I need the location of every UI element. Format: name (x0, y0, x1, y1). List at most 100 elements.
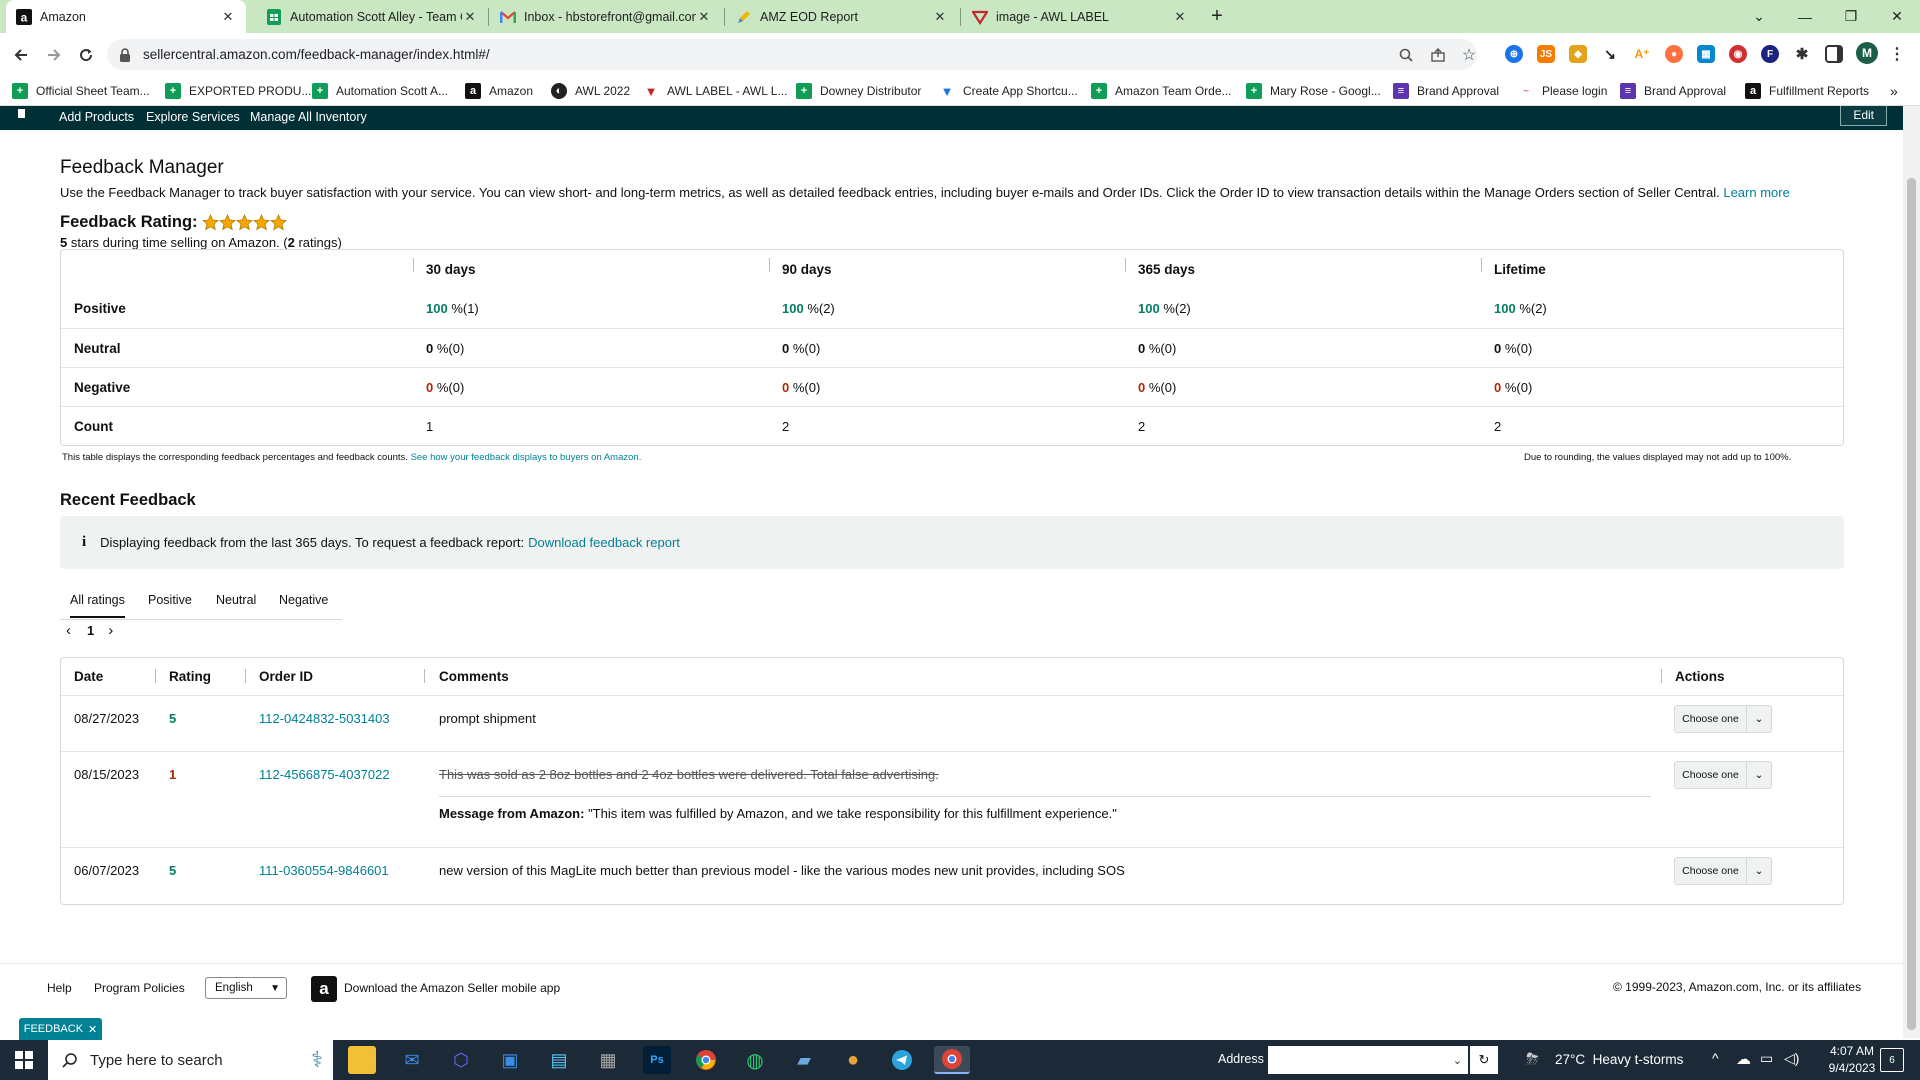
close-icon[interactable]: ✕ (932, 9, 948, 25)
bookmark-item[interactable]: ≡ Brand Approval (1393, 81, 1499, 101)
close-icon[interactable]: ✕ (220, 9, 236, 25)
extension-icon-5[interactable]: A⁺ (1633, 45, 1651, 63)
learn-more-link[interactable]: Learn more (1723, 185, 1789, 200)
mail-icon[interactable]: ✉ (398, 1046, 426, 1074)
notes-icon[interactable]: ▰ (790, 1046, 818, 1074)
reload-button[interactable] (72, 41, 100, 69)
file-explorer-icon[interactable] (348, 1046, 376, 1074)
bookmark-item[interactable]: + Amazon Team Orde... (1091, 81, 1232, 101)
notification-icon[interactable]: 6 (1880, 1048, 1904, 1072)
extension-icon-6[interactable]: ● (1665, 45, 1683, 63)
avatar[interactable]: M (1856, 42, 1878, 64)
puzzle-icon[interactable]: ✱ (1793, 45, 1811, 63)
extension-icon-9[interactable]: F (1761, 45, 1779, 63)
bookmark-item[interactable]: ▼ AWL LABEL - AWL L... (643, 81, 788, 101)
tab-amazon[interactable]: a Amazon ✕ (6, 0, 246, 33)
tab-amz-eod-report[interactable]: AMZ EOD Report ✕ (726, 0, 958, 33)
close-window-button[interactable]: ✕ (1874, 0, 1920, 33)
bookmark-item[interactable]: ≡ Brand Approval (1620, 81, 1726, 101)
edit-nav-button[interactable]: Edit (1840, 106, 1887, 126)
photoshop-icon[interactable]: Ps (643, 1046, 671, 1074)
bookmark-item[interactable]: a Fulfillment Reports (1745, 81, 1869, 101)
tab-positive[interactable]: Positive (148, 593, 192, 607)
more-bookmarks-icon[interactable]: » (1890, 81, 1898, 101)
volume-icon[interactable]: ◁) (1784, 1050, 1799, 1067)
bookmark-item[interactable]: + EXPORTED PRODU... (165, 81, 311, 101)
game-icon[interactable]: ● (839, 1046, 867, 1074)
tab-automation-sheet[interactable]: Automation Scott Alley - Team O ✕ (256, 0, 488, 33)
nav-explore-services[interactable]: Explore Services (146, 110, 240, 124)
chrome-icon[interactable] (692, 1046, 720, 1074)
order-id-link[interactable]: 112-4566875-4037022 (259, 767, 390, 782)
tab-negative[interactable]: Negative (279, 593, 328, 607)
feedback-display-link[interactable]: See how your feedback displays to buyers… (411, 452, 642, 463)
extension-icon-7[interactable]: ▦ (1697, 45, 1715, 63)
bookmark-item[interactable]: + Downey Distributor (796, 81, 921, 101)
feedback-tab-button[interactable]: FEEDBACK ✕ (19, 1018, 102, 1040)
chevron-right-icon[interactable]: › (108, 622, 113, 639)
bookmark-item[interactable]: ~ Please login (1518, 81, 1607, 101)
extension-icon-1[interactable]: ⊕ (1505, 45, 1523, 63)
order-id-link[interactable]: 112-0424832-5031403 (259, 711, 390, 726)
address-go-button[interactable]: ↻ (1470, 1046, 1498, 1074)
app-icon[interactable]: ⬡ (447, 1046, 475, 1074)
nav-manage-inventory[interactable]: Manage All Inventory (250, 110, 367, 124)
bookmark-item[interactable]: ◐ AWL 2022 (551, 81, 630, 101)
minimize-button[interactable]: — (1782, 0, 1828, 33)
actions-dropdown[interactable]: Choose one ⌄ (1674, 761, 1772, 789)
actions-dropdown[interactable]: Choose one ⌄ (1674, 857, 1772, 885)
browser-menu-icon[interactable]: ⋮ (1888, 45, 1906, 63)
help-link[interactable]: Help (47, 981, 72, 995)
chrome-profile-icon[interactable] (934, 1046, 970, 1074)
bookmark-item[interactable]: + Mary Rose - Googl... (1246, 81, 1381, 101)
bookmark-flag-icon[interactable] (18, 109, 25, 118)
tab-awl-label[interactable]: image - AWL LABEL ✕ (962, 0, 1198, 33)
nav-add-products[interactable]: Add Products (59, 110, 134, 124)
back-button[interactable] (7, 41, 35, 69)
maximize-button[interactable]: ❐ (1828, 0, 1874, 33)
clock[interactable]: 4:07 AM 9/4/2023 (1816, 1043, 1888, 1077)
edge-icon[interactable]: ◍ (741, 1046, 769, 1074)
language-select[interactable]: English ▼ (205, 977, 287, 999)
tab-all-ratings[interactable]: All ratings (70, 593, 125, 618)
actions-dropdown[interactable]: Choose one ⌄ (1674, 705, 1772, 733)
onedrive-icon[interactable]: ☁ (1736, 1050, 1751, 1068)
bookmark-star-icon[interactable]: ☆ (1460, 46, 1478, 64)
extension-icon-4[interactable]: ↘ (1601, 45, 1619, 63)
chevron-up-icon[interactable]: ^ (1712, 1050, 1719, 1066)
store-icon[interactable]: ▣ (496, 1046, 524, 1074)
close-icon[interactable]: ✕ (88, 1023, 97, 1036)
extension-icon-2[interactable]: JS (1537, 45, 1555, 63)
taskbar-search[interactable]: Type here to search ⚕ (48, 1040, 333, 1080)
bookmark-item[interactable]: + Official Sheet Team... (12, 81, 150, 101)
windows-start-icon[interactable] (10, 1046, 38, 1074)
address-bar[interactable]: sellercentral.amazon.com/feedback-manage… (107, 39, 1477, 70)
close-icon[interactable]: ✕ (1172, 9, 1188, 25)
bookmark-item[interactable]: a Amazon (465, 81, 533, 101)
page-number[interactable]: 1 (87, 623, 94, 638)
weather-text[interactable]: 27°C Heavy t-storms (1555, 1052, 1683, 1067)
chevron-left-icon[interactable]: ‹ (66, 622, 71, 639)
close-icon[interactable]: ✕ (462, 9, 478, 25)
network-icon[interactable]: ▭ (1760, 1050, 1773, 1067)
program-policies-link[interactable]: Program Policies (94, 981, 185, 995)
download-app-link[interactable]: Download the Amazon Seller mobile app (344, 981, 560, 995)
scrollbar-thumb[interactable] (1907, 178, 1916, 1030)
tab-neutral[interactable]: Neutral (216, 593, 256, 607)
share-icon[interactable] (1429, 46, 1447, 64)
new-tab-button[interactable]: + (1201, 0, 1233, 33)
forward-button[interactable] (40, 41, 68, 69)
zoom-icon[interactable] (1397, 46, 1415, 64)
extension-icon-3[interactable]: ◆ (1569, 45, 1587, 63)
extension-icon-8[interactable]: ◉ (1729, 45, 1747, 63)
tab-search-icon[interactable]: ⌄ (1736, 0, 1782, 33)
tab-gmail[interactable]: Inbox - hbstorefront@gmail.com ✕ (490, 0, 722, 33)
page-scrollbar[interactable] (1903, 106, 1920, 1038)
bookmark-item[interactable]: ▼ Create App Shortcu... (939, 81, 1078, 101)
address-toolbar-input[interactable]: ⌄ (1268, 1046, 1468, 1074)
close-icon[interactable]: ✕ (696, 9, 712, 25)
calculator-icon[interactable]: ▦ (594, 1046, 622, 1074)
side-panel-icon[interactable] (1825, 45, 1843, 63)
order-id-link[interactable]: 111-0360554-9846601 (259, 863, 389, 878)
bookmark-item[interactable]: + Automation Scott A... (312, 81, 448, 101)
